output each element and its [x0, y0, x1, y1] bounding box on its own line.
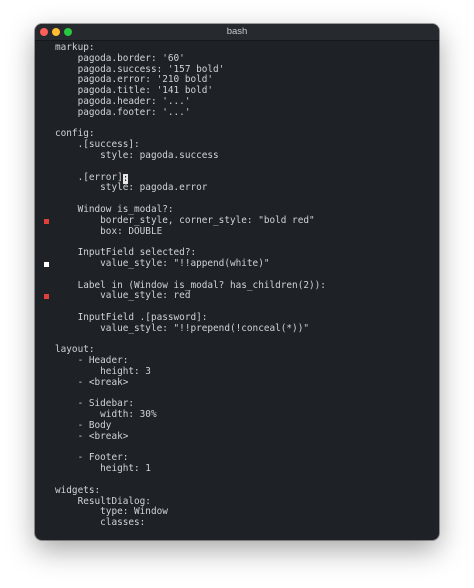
code-line-text: layout: — [55, 344, 95, 356]
code-line-text: - Body — [55, 420, 112, 431]
code-line: - <break> — [55, 376, 129, 389]
terminal-window: bash markup: pagoda.border: '60' pagoda.… — [35, 24, 439, 540]
code-line-text: style: pagoda.error — [55, 182, 208, 194]
code-line: height: 1 — [55, 463, 151, 475]
title-bar: bash — [35, 24, 439, 41]
code-line-text: box: DOUBLE — [55, 225, 163, 237]
gutter-marker — [44, 294, 49, 300]
code-line: pagoda.footer: '...' — [55, 106, 191, 119]
code-line: classes: — [55, 517, 146, 529]
gutter-marker — [44, 262, 49, 267]
code-line-text: - Footer: — [55, 452, 129, 464]
code-line-text: - <break> — [55, 376, 129, 388]
code-line-text: classes: — [55, 517, 146, 529]
code-line-text: pagoda.success: '157 bold' — [55, 63, 225, 75]
text-editor[interactable]: markup: pagoda.border: '60' pagoda.succe… — [35, 42, 439, 540]
code-line: value_style: "!!prepend(!conceal(*))" — [55, 322, 309, 335]
code-line-text: pagoda.error: '210 bold' — [55, 74, 214, 86]
code-line-text: height: 3 — [55, 366, 151, 377]
code-line-text: - <break> — [55, 430, 129, 442]
code-line: style: pagoda.error — [55, 182, 208, 194]
code-line-text: Window is_modal?: — [55, 204, 174, 215]
code-line: - <break> — [55, 430, 129, 443]
code-line-text: type: Window — [55, 506, 168, 518]
code-line-text: .[error] — [55, 171, 123, 183]
code-line-text: - Header: — [55, 355, 129, 367]
code-line-text: - Sidebar: — [55, 398, 135, 410]
code-line-text: config: — [55, 128, 95, 140]
code-line-text: height: 1 — [55, 463, 151, 475]
code-line-text: markup: — [55, 42, 95, 53]
code-line-text: style: pagoda.success — [55, 150, 219, 161]
code-line-text: pagoda.title: '141 bold' — [55, 85, 214, 97]
code-line-text: value_style: "!!append(white)" — [55, 258, 270, 269]
code-line-text: value_style: "!!prepend(!conceal(*))" — [55, 322, 309, 334]
code-line: value_style: "!!append(white)" — [55, 258, 270, 270]
code-line-text: ResultDialog: — [55, 495, 151, 507]
code-line-text: widgets: — [55, 484, 101, 496]
code-line-text: pagoda.header: '...' — [55, 96, 191, 107]
code-line-text: .[success]: — [55, 139, 140, 151]
code-line: style: pagoda.success — [55, 150, 219, 162]
code-line-text: value_style: red — [55, 290, 191, 302]
code-line-text: pagoda.footer: '...' — [55, 106, 191, 118]
code-line-text: InputField .[password]: — [55, 312, 208, 323]
window-title: bash — [226, 26, 248, 37]
code-line: value_style: red — [55, 290, 191, 302]
code-line-text: Label in (Window is_modal? has_children(… — [55, 279, 326, 291]
code-line-text: width: 30% — [55, 409, 157, 421]
code-line-text: InputField selected?: — [55, 247, 197, 259]
code-line-text: border_style, corner_style: "bold red" — [55, 214, 315, 226]
gutter-marker — [44, 218, 49, 224]
code-line: box: DOUBLE — [55, 225, 163, 238]
code-line-text: pagoda.border: '60' — [55, 52, 185, 64]
